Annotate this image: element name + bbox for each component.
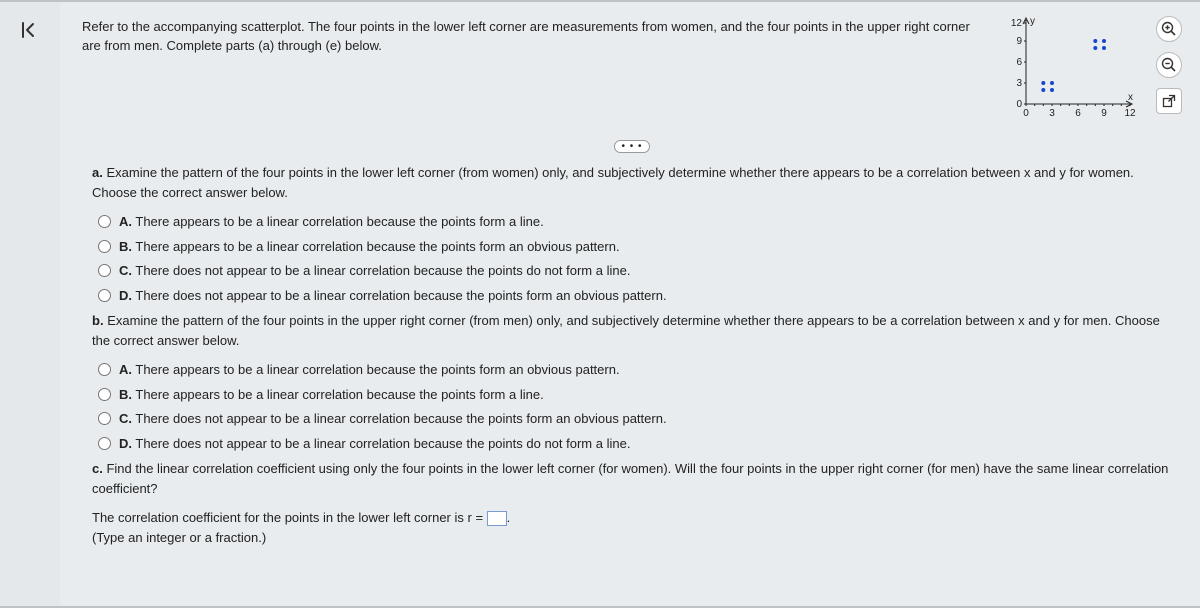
- part-b-radio-d[interactable]: [98, 437, 111, 450]
- part-b-radio-b[interactable]: [98, 388, 111, 401]
- expand-ellipsis-button[interactable]: • • •: [614, 140, 650, 153]
- zoom-out-icon[interactable]: [1156, 52, 1182, 78]
- svg-text:12: 12: [1124, 108, 1136, 119]
- scatterplot: y x 0 3 6 9 12: [1002, 14, 1142, 122]
- svg-text:9: 9: [1016, 36, 1022, 47]
- x-axis-label: x: [1128, 92, 1133, 103]
- part-b-choice-d[interactable]: D. There does not appear to be a linear …: [98, 434, 1174, 454]
- part-b-prompt: b. Examine the pattern of the four point…: [92, 311, 1174, 350]
- part-a-choice-c[interactable]: C. There does not appear to be a linear …: [98, 261, 1174, 281]
- svg-text:6: 6: [1016, 57, 1022, 68]
- zoom-in-icon[interactable]: [1156, 16, 1182, 42]
- part-a-radio-a[interactable]: [98, 215, 111, 228]
- part-a-prompt: a. Examine the pattern of the four point…: [92, 163, 1174, 202]
- svg-text:0: 0: [1023, 108, 1029, 119]
- part-a-choice-b[interactable]: B. There appears to be a linear correlat…: [98, 237, 1174, 257]
- part-a-radio-b[interactable]: [98, 240, 111, 253]
- intro-text: Refer to the accompanying scatterplot. T…: [82, 12, 988, 56]
- svg-text:0: 0: [1016, 99, 1022, 110]
- part-c-answer-line: The correlation coefficient for the poin…: [92, 508, 1174, 547]
- part-a-choice-a[interactable]: A. There appears to be a linear correlat…: [98, 212, 1174, 232]
- svg-text:12: 12: [1011, 18, 1023, 29]
- r-input[interactable]: [487, 511, 507, 526]
- collapse-panel-icon[interactable]: [20, 20, 40, 606]
- part-b-choice-a[interactable]: A. There appears to be a linear correlat…: [98, 360, 1174, 380]
- part-c-hint: (Type an integer or a fraction.): [92, 528, 1174, 548]
- part-b-radio-a[interactable]: [98, 363, 111, 376]
- svg-text:6: 6: [1075, 108, 1081, 119]
- y-axis-label: y: [1030, 16, 1035, 27]
- part-c-prompt: c. Find the linear correlation coefficie…: [92, 459, 1174, 498]
- svg-text:3: 3: [1049, 108, 1055, 119]
- part-b-radio-c[interactable]: [98, 412, 111, 425]
- part-a-choice-d[interactable]: D. There does not appear to be a linear …: [98, 286, 1174, 306]
- part-b-choice-c[interactable]: C. There does not appear to be a linear …: [98, 409, 1174, 429]
- part-a-radio-d[interactable]: [98, 289, 111, 302]
- popout-icon[interactable]: [1156, 88, 1182, 114]
- part-b-choice-b[interactable]: B. There appears to be a linear correlat…: [98, 385, 1174, 405]
- svg-text:9: 9: [1101, 108, 1107, 119]
- svg-text:3: 3: [1016, 78, 1022, 89]
- part-a-radio-c[interactable]: [98, 264, 111, 277]
